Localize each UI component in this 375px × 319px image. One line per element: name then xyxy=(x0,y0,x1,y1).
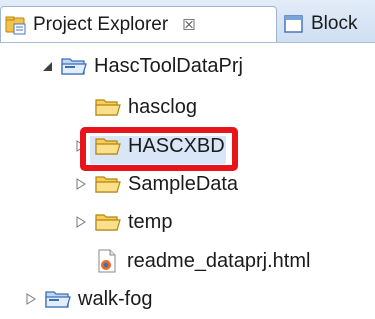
html-file-icon xyxy=(98,249,116,273)
window-icon xyxy=(284,15,303,33)
tree-item-temp[interactable]: temp xyxy=(74,207,172,237)
tree-item-sampledata[interactable]: SampleData xyxy=(74,169,238,199)
tree-item-label: SampleData xyxy=(128,172,239,195)
tree-item-label: hasclog xyxy=(128,95,197,118)
tab-label: Block xyxy=(311,13,358,34)
tree-item-label: HASCXBD xyxy=(128,134,225,157)
tree-item-label: temp xyxy=(128,210,173,233)
tab-project-explorer[interactable]: Project Explorer ☒ xyxy=(0,6,277,42)
project-folder-icon xyxy=(61,58,87,75)
tree-item-hascxbd[interactable]: HASCXBD xyxy=(74,131,225,161)
tree-item-label: HascToolDataPrj xyxy=(94,54,243,77)
tree-item-project-root[interactable]: HascToolDataPrj xyxy=(40,51,243,81)
close-tab-icon[interactable]: ☒ xyxy=(182,16,195,34)
folder-icon xyxy=(95,99,121,116)
project-tree: HascToolDataPrj hasclog HASCXBD SampleDa… xyxy=(0,43,375,319)
expanded-arrow-icon[interactable] xyxy=(40,59,54,73)
folder-icon xyxy=(95,214,121,231)
tab-block[interactable]: Block xyxy=(278,6,375,42)
tree-item-hasclog[interactable]: hasclog xyxy=(94,92,197,122)
tree-item-readme-file[interactable]: readme_dataprj.html xyxy=(96,246,310,276)
tab-label: Project Explorer xyxy=(33,13,169,35)
collapsed-arrow-icon[interactable] xyxy=(74,177,88,191)
project-explorer-icon xyxy=(5,16,26,34)
tree-item-label: walk-fog xyxy=(78,287,153,310)
collapsed-arrow-icon[interactable] xyxy=(24,292,38,306)
project-folder-icon xyxy=(45,291,71,308)
folder-icon xyxy=(95,176,121,193)
tree-item-label: readme_dataprj.html xyxy=(127,249,311,272)
collapsed-arrow-icon[interactable] xyxy=(74,139,88,153)
view-tab-bar: Project Explorer ☒ Block xyxy=(0,0,375,43)
folder-icon xyxy=(95,138,121,155)
tree-item-walk-fog[interactable]: walk-fog xyxy=(24,284,152,314)
collapsed-arrow-icon[interactable] xyxy=(74,215,88,229)
